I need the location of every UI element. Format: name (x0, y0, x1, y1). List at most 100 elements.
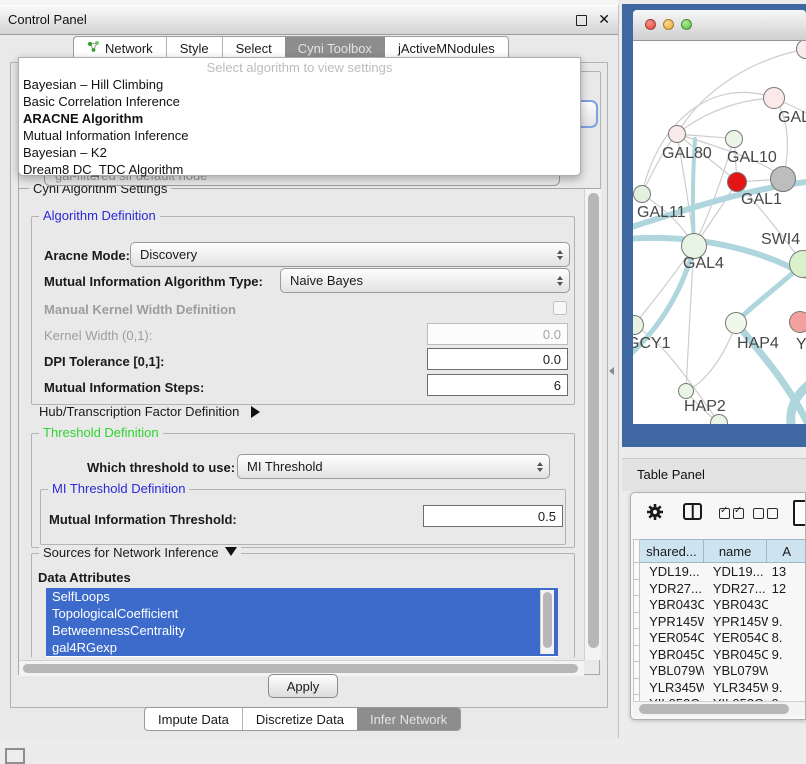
row-gutter (633, 629, 640, 646)
algorithm-dropdown-popup: Select algorithm to view settings Bayesi… (18, 57, 581, 176)
table-cell: YLR345W (640, 679, 704, 696)
table-row[interactable]: YLR345WYLR345W9. (633, 679, 806, 696)
node-label-gal80: GAL80 (662, 145, 712, 163)
sources-group: Sources for Network Inference Data Attri… (31, 553, 575, 658)
node-label-hap2: HAP2 (684, 398, 726, 416)
tab-cyni-toolbox[interactable]: Cyni Toolbox (285, 37, 385, 59)
algorithm-option[interactable]: Bayesian – Hill Climbing (19, 76, 580, 93)
algorithm-option[interactable]: Mutual Information Inference (19, 127, 580, 144)
table-body: YDL19...YDL19...13YDR27...YDR27...12YBR0… (633, 563, 806, 712)
column-header-0[interactable]: shared... (640, 539, 704, 563)
stepper-icon (557, 276, 563, 286)
unchecked-pair-icon[interactable] (753, 508, 778, 519)
table-cell: YBR043C (640, 596, 704, 613)
gear-icon[interactable] (645, 502, 665, 525)
checked-pair-icon[interactable] (719, 508, 744, 519)
splitter-collapse-icon[interactable] (609, 367, 614, 375)
attribute-item[interactable]: TopologicalCoefficient (46, 605, 558, 622)
algorithm-option[interactable]: ARACNE Algorithm (19, 110, 580, 127)
table-row[interactable]: YBR045CYBR045C9. (633, 646, 806, 663)
hub-expander-label: Hub/Transcription Factor Definition (39, 404, 239, 419)
node-label-gal11: GAL11 (637, 204, 686, 222)
tab-jactivemnodules[interactable]: jActiveMNodules (385, 37, 508, 59)
tab-style[interactable]: Style (166, 37, 222, 59)
tab-infer-network[interactable]: Infer Network (357, 708, 460, 730)
tab-label: Style (180, 41, 209, 56)
algorithm-placeholder: Select algorithm to view settings (19, 58, 580, 76)
mi-threshold-field[interactable]: 0.5 (423, 505, 563, 527)
algorithm-options: Bayesian – Hill ClimbingBasic Correlatio… (19, 76, 580, 178)
table-row[interactable]: YBL079WYBL079W (633, 662, 806, 679)
zoom-light[interactable] (681, 19, 692, 30)
network-titlebar[interactable] (633, 10, 806, 41)
table-cell: YBL079W (640, 662, 704, 679)
algorithm-option[interactable]: Dream8 DC_TDC Algorithm (19, 161, 580, 178)
table-row[interactable]: YPR145WYPR145W9. (633, 613, 806, 630)
hub-expander[interactable]: Hub/Transcription Factor Definition (39, 404, 260, 419)
table-cell: YDR27... (704, 580, 768, 597)
close-light[interactable] (645, 19, 656, 30)
node-gal1[interactable] (727, 172, 747, 192)
close-icon[interactable]: ✕ (598, 11, 610, 28)
attribute-item[interactable]: BetweennessCentrality (46, 622, 558, 639)
tab-label: jActiveMNodules (398, 41, 495, 56)
table-cell: YBR043C (704, 596, 768, 613)
node-gal-upper[interactable] (763, 87, 785, 109)
which-threshold-label: Which threshold to use: (87, 460, 235, 475)
table-row[interactable]: YDR27...YDR27...12 (633, 580, 806, 597)
table-cell (768, 662, 806, 679)
table-row[interactable]: YDL19...YDL19...13 (633, 563, 806, 580)
settings-scroll-panel: Cyni Algorithm Settings Algorithm Defini… (18, 188, 600, 675)
settings-vscrollbar[interactable] (584, 189, 601, 660)
tab-label: Impute Data (158, 712, 229, 727)
table-row[interactable]: YBR043CYBR043C (633, 596, 806, 613)
table-cell: YPR145W (640, 613, 704, 630)
tab-discretize-data[interactable]: Discretize Data (242, 708, 357, 730)
float-window-icon[interactable] (576, 15, 587, 26)
node-gray[interactable] (770, 166, 796, 192)
data-attributes-label: Data Attributes (38, 570, 131, 585)
table-cell: YBR045C (640, 646, 704, 663)
attr-list-scrollbar[interactable] (540, 590, 554, 654)
manual-kernel-checkbox[interactable] (553, 301, 567, 315)
tab-network[interactable]: Network (74, 37, 166, 59)
mi-steps-label: Mutual Information Steps: (44, 380, 204, 395)
node-gal11[interactable] (633, 185, 651, 203)
algorithm-option[interactable]: Bayesian – K2 (19, 144, 580, 161)
mi-threshold-title: MI Threshold Definition (48, 481, 189, 496)
attribute-item[interactable]: gal4RGexp (46, 639, 558, 656)
dpi-tolerance-field[interactable]: 0.0 (427, 348, 568, 370)
kernel-width-field[interactable]: 0.0 (427, 323, 568, 345)
mi-type-combo[interactable]: Naive Bayes (280, 268, 570, 293)
attribute-item[interactable]: SelfLoops (46, 588, 558, 605)
algorithm-option[interactable]: Basic Correlation Inference (19, 93, 580, 110)
which-threshold-combo[interactable]: MI Threshold (237, 454, 550, 479)
tab-label: Select (236, 41, 272, 56)
table-row[interactable]: YER054CYER054C8. (633, 629, 806, 646)
split-view-icon[interactable] (683, 503, 702, 520)
node-hap2[interactable] (678, 383, 694, 399)
control-panel-titlebar[interactable]: Control Panel ✕ (0, 5, 618, 35)
table-cell: YER054C (640, 629, 704, 646)
node-y[interactable] (789, 311, 806, 333)
table-cell: 9. (768, 646, 806, 663)
tab-select[interactable]: Select (222, 37, 285, 59)
aracne-mode-combo[interactable]: Discovery (130, 242, 570, 267)
apply-button[interactable]: Apply (268, 674, 338, 698)
node-hap4[interactable] (725, 312, 747, 334)
column-header-2[interactable]: A (767, 539, 806, 563)
table-header-row: shared...nameA (633, 539, 806, 563)
file-icon[interactable] (793, 500, 806, 526)
column-header-1[interactable]: name (704, 539, 768, 563)
node-gal10[interactable] (725, 130, 743, 148)
minimize-light[interactable] (663, 19, 674, 30)
node-gal80[interactable] (668, 125, 686, 143)
table-cell (768, 596, 806, 613)
table-hscrollbar[interactable] (633, 701, 805, 716)
tab-label: Infer Network (370, 712, 447, 727)
algorithm-definition-group: Algorithm Definition Aracne Mode: Discov… (31, 216, 575, 405)
mi-steps-field[interactable]: 6 (427, 374, 568, 396)
tab-impute-data[interactable]: Impute Data (145, 708, 242, 730)
network-canvas[interactable]: GALGAL80GAL10GAL1GAL11SWI4GAL4GCY1HAP4YH… (633, 41, 806, 424)
mi-threshold-label: Mutual Information Threshold: (49, 512, 237, 527)
